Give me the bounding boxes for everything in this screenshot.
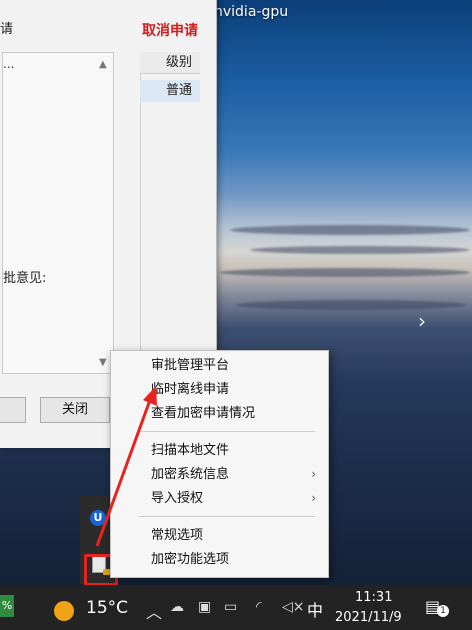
menu-separator	[139, 516, 315, 517]
menu-item-label: 加密功能选项	[151, 552, 230, 567]
scroll-down-icon[interactable]: ▼	[99, 357, 107, 368]
menu-item-label: 审批管理平台	[151, 358, 230, 373]
menu-item-temp-offline[interactable]: 临时离线申请	[111, 378, 328, 401]
menu-item-label: 扫描本地文件	[151, 443, 230, 458]
partial-button[interactable]	[0, 397, 26, 423]
table-cell-level[interactable]: 普通	[140, 80, 200, 102]
list-ellipsis: ...	[3, 57, 15, 71]
cloud-icon[interactable]: ☁	[170, 599, 184, 615]
menu-item-label: 导入授权	[151, 491, 204, 506]
ime-indicator[interactable]: 中	[307, 597, 323, 621]
desktop-icon-label[interactable]: nvidia-gpu	[214, 4, 288, 20]
chevron-right-icon: ›	[418, 309, 426, 333]
temperature-label[interactable]: 15°C	[86, 598, 128, 618]
menu-item-label: 常规选项	[151, 528, 204, 543]
menu-item-label: 加密系统信息	[151, 467, 230, 482]
camera-icon[interactable]: ▣	[198, 599, 211, 615]
cancel-application-link[interactable]: 取消申请	[142, 20, 198, 40]
close-button[interactable]: 关闭	[40, 397, 110, 423]
menu-item-label: 临时离线申请	[151, 382, 230, 397]
menu-item-label: 查看加密申请情况	[151, 406, 256, 421]
notification-badge: 1	[437, 605, 449, 617]
menu-item-encryption-options[interactable]: 加密功能选项	[111, 548, 328, 571]
wifi-icon[interactable]: ◜	[256, 599, 261, 615]
application-list[interactable]: ... ▲ 批意见: ▼	[2, 52, 114, 374]
menu-item-encryption-system-info[interactable]: 加密系统信息 ›	[111, 463, 328, 486]
menu-separator	[139, 431, 315, 432]
menu-item-approval-platform[interactable]: 审批管理平台	[111, 354, 328, 377]
taskbar: % 15°C ︿ ☁ ▣ ▭ ◜ ◁× 中 11:31 2021/11/9 ▤ …	[0, 585, 472, 630]
battery-charging-icon[interactable]: ▭	[224, 599, 237, 615]
speaker-muted-icon[interactable]: ◁×	[282, 599, 305, 615]
clock-date[interactable]: 2021/11/9	[335, 610, 402, 625]
menu-item-view-encryption-status[interactable]: 查看加密申请情况	[111, 402, 328, 425]
weather-sun-icon[interactable]	[54, 601, 74, 621]
table-header-level[interactable]: 级别	[140, 52, 200, 74]
approval-opinion-label: 批意见:	[3, 271, 47, 286]
menu-item-scan-local-files[interactable]: 扫描本地文件	[111, 439, 328, 462]
menu-item-import-license[interactable]: 导入授权 ›	[111, 487, 328, 510]
clock-time[interactable]: 11:31	[355, 590, 392, 605]
submenu-arrow-icon: ›	[311, 491, 316, 505]
battery-icon[interactable]: %	[0, 595, 14, 617]
scroll-up-icon[interactable]: ▲	[99, 59, 107, 70]
submenu-arrow-icon: ›	[311, 467, 316, 481]
u-app-icon[interactable]: U	[90, 510, 106, 526]
tray-chevron-icon[interactable]: ︿	[146, 599, 162, 623]
menu-item-general-options[interactable]: 常规选项	[111, 524, 328, 547]
window-title-fragment: 请	[0, 22, 14, 37]
context-menu: 审批管理平台 临时离线申请 查看加密申请情况 扫描本地文件 加密系统信息 › 导入…	[110, 350, 329, 578]
